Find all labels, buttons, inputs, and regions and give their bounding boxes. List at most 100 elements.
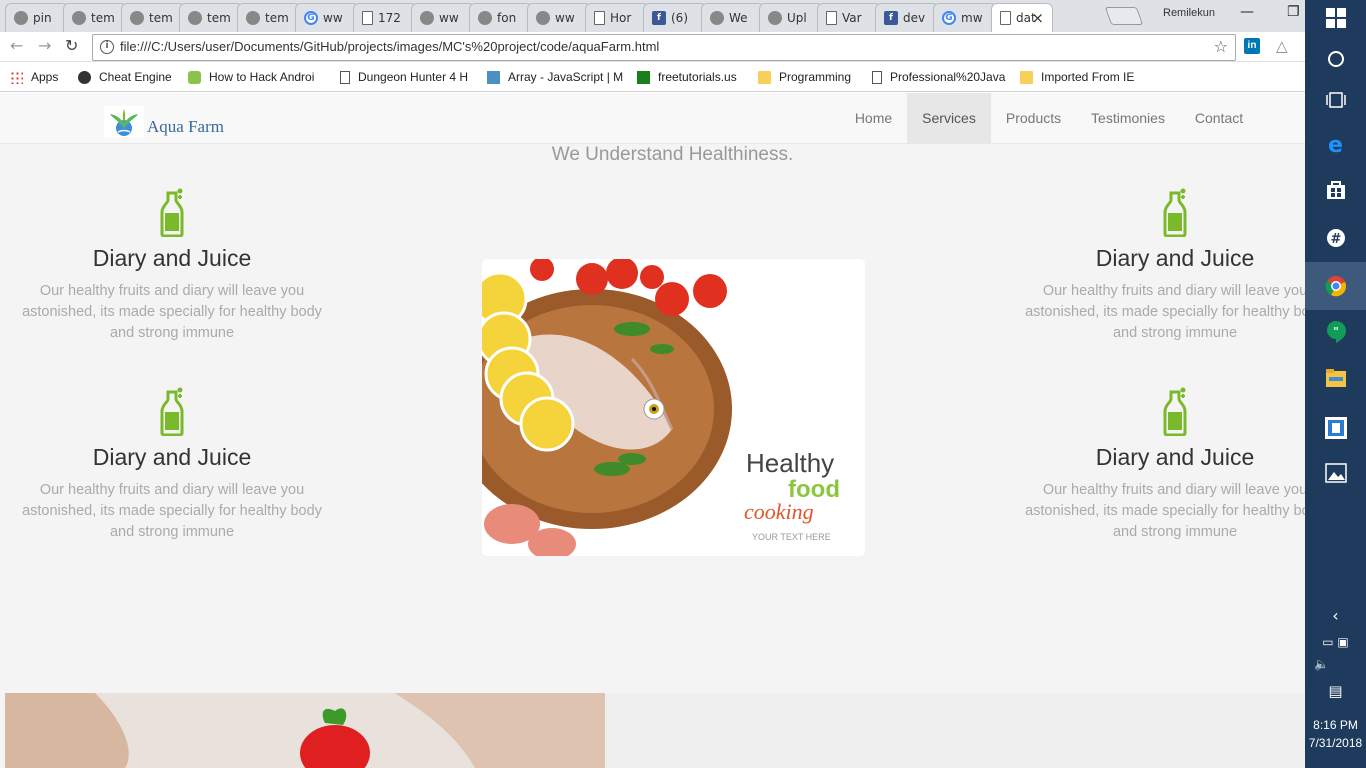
edge-icon[interactable]: e [1305,133,1366,158]
brand-name[interactable]: Aqua Farm [147,117,224,137]
aqua-farm-logo[interactable] [104,106,144,138]
taskbar-clock[interactable]: 8:16 PM 7/31/2018 [1305,716,1366,752]
tab-label: 172 [378,11,401,25]
bookmarks-bar: Apps Cheat Engine How to Hack Androi Dungeo… [0,62,1305,92]
slack-icon[interactable]: # [1305,228,1366,252]
browser-tab[interactable]: tem [237,3,301,32]
address-bar[interactable]: i file:///C:/Users/user/Documents/GitHub… [92,34,1236,61]
browser-tab[interactable]: Gmw [933,3,997,32]
browser-tab[interactable]: Gww [295,3,359,32]
browser-tab[interactable]: f dev [875,3,939,32]
browser-tab[interactable]: fon [469,3,533,32]
bookmark-item[interactable]: Professional%20Java [872,70,1005,84]
tab-label: ww [323,11,343,25]
new-tab-button[interactable] [1104,7,1144,25]
image-text-sub: YOUR TEXT HERE [752,532,831,542]
bookmark-favicon-icon [340,70,350,84]
svg-text:": " [1333,325,1339,338]
clock-date: 7/31/2018 [1308,736,1363,750]
bookmark-item[interactable]: Imported From IE [1020,70,1134,84]
bookmark-label: Cheat Engine [99,70,172,84]
feature-title: Diary and Juice [1095,444,1255,470]
drive-extension-icon[interactable]: △ [1276,37,1288,55]
site-navbar: Aqua Farm Home Services Products Testimo… [0,93,1305,144]
nav-contact[interactable]: Contact [1180,93,1258,144]
task-view-icon[interactable] [1305,92,1366,112]
browser-tab[interactable]: We [701,3,765,32]
bookmark-item[interactable]: Dungeon Hunter 4 H [340,70,468,84]
browser-tab[interactable]: f (6) [643,3,707,32]
bookmark-item[interactable]: freetutorials.us [637,70,737,84]
nav-testimonies[interactable]: Testimonies [1076,93,1180,144]
tab-favicon-icon: f [884,11,898,25]
browser-tab[interactable]: Var [817,3,881,32]
tab-label: dev [903,11,926,25]
bookmark-star-icon[interactable]: ☆ [1214,37,1228,56]
profile-name[interactable]: Remilekun [1163,7,1215,19]
bookmark-item[interactable]: Cheat Engine [78,70,172,84]
photos-icon[interactable] [1305,463,1366,487]
folder-icon [1020,70,1033,84]
tab-favicon-icon [478,11,492,25]
hangouts-icon[interactable]: " [1305,320,1366,348]
store-icon[interactable] [1305,180,1366,204]
tab-favicon-icon [188,11,202,25]
tab-favicon-icon [768,11,782,25]
browser-tab[interactable]: ww [411,3,475,32]
windows-start-icon[interactable] [1305,8,1366,33]
tab-favicon-icon [362,11,373,25]
maximize-icon[interactable]: ❐ [1287,4,1300,20]
volume-icon[interactable]: 🔈 [1305,657,1366,671]
tab-favicon-icon [536,11,550,25]
chrome-icon[interactable] [1305,275,1366,301]
browser-tab[interactable]: tem [63,3,127,32]
cortana-icon[interactable] [1305,50,1366,72]
bookmark-label: Professional%20Java [890,70,1006,84]
clock-time: 8:16 PM [1313,718,1358,732]
url-text[interactable]: file:///C:/Users/user/Documents/GitHub/p… [120,39,659,54]
browser-tab[interactable]: pin [5,3,69,32]
reload-icon[interactable]: ↻ [65,36,78,55]
forward-icon[interactable]: → [38,36,51,55]
bookmark-item[interactable]: Programming [758,70,851,84]
info-icon[interactable]: i [100,40,114,54]
tab-favicon-icon [594,11,605,25]
healthy-food-image: Healthy food cooking YOUR TEXT HERE [482,259,865,556]
bookmark-favicon-icon [78,70,91,84]
tab-label: (6) [671,11,688,25]
tab-favicon-icon: G [304,11,318,25]
tab-label: tem [265,11,289,25]
feature-description: Our healthy fruits and diary will leave … [22,283,322,341]
nav-home[interactable]: Home [840,93,907,144]
folder-icon [758,70,771,84]
browser-tab[interactable]: tem [121,3,185,32]
tab-label: pin [33,11,52,25]
nav-services[interactable]: Services [907,93,991,144]
bookmark-item[interactable]: Apps [10,70,58,84]
bookmark-favicon-icon [637,70,650,84]
tab-close-icon[interactable]: × [1031,9,1044,27]
browser-tab[interactable]: 172 [353,3,417,32]
minimize-icon[interactable]: — [1240,4,1254,20]
tab-label: ww [439,11,459,25]
network-battery-icon[interactable]: ▭ ▣ [1305,635,1366,649]
app-icon[interactable] [1305,416,1366,444]
feature-title: Diary and Juice [92,245,252,271]
notifications-icon[interactable]: ▤ [1305,682,1366,700]
show-hidden-icons[interactable]: ‹ [1305,606,1366,625]
browser-tab[interactable]: tem [179,3,243,32]
file-explorer-icon[interactable] [1305,368,1366,392]
linkedin-extension-icon[interactable]: in [1244,38,1260,54]
section-tagline: We Understand Healthiness. [551,144,794,165]
feature-card: Diary and Juice Our healthy fruits and d… [1025,187,1305,344]
back-icon[interactable]: ← [10,36,23,55]
browser-tab[interactable]: ww [527,3,591,32]
browser-tab[interactable]: Hor [585,3,649,32]
bookmark-item[interactable]: Array - JavaScript | M [487,70,623,84]
browser-tab[interactable]: Upl [759,3,823,32]
browser-tab[interactable]: dat × [991,3,1053,32]
juice-bottle-icon [1160,187,1190,238]
nav-products[interactable]: Products [991,93,1076,144]
tab-label: Upl [787,11,807,25]
bookmark-item[interactable]: How to Hack Androi [188,70,314,84]
